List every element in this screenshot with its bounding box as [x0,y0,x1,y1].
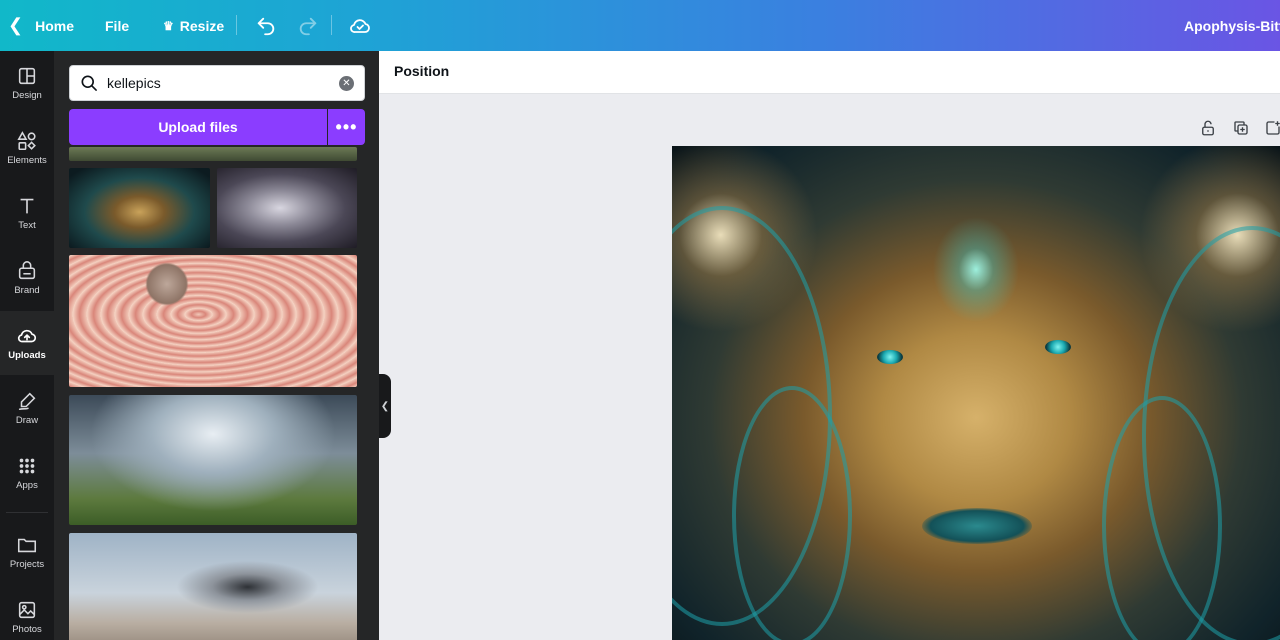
home-button[interactable]: ❮ Home [8,0,74,51]
brand-icon [18,261,36,280]
file-label: File [105,17,130,34]
lips-shape [922,508,1032,544]
add-page-icon [1266,121,1280,135]
layout-icon [18,67,36,85]
crown-icon: ♛ [163,18,174,33]
upload-thumbnail[interactable] [217,168,357,248]
rail-label: Uploads [8,350,46,361]
uploads-panel: ✕ Upload files ••• [54,51,379,640]
rail-label: Apps [16,480,38,491]
rail-label: Text [18,220,36,231]
resize-button[interactable]: ♛ Resize [163,0,224,51]
cloud-check-icon [350,18,370,33]
cloud-upload-icon [17,329,37,343]
rail-item-projects[interactable]: Projects [0,520,54,584]
top-bar: ❮ Home File ♛ Resize Apophysis-Bitte [0,0,1280,51]
side-rail: Design Elements Text Brand Uploads Draw … [0,51,54,640]
rail-item-apps[interactable]: Apps [0,441,54,505]
design-title[interactable]: Apophysis-Bitte [1184,0,1280,51]
undo-icon [257,17,275,35]
rail-item-elements[interactable]: Elements [0,116,54,180]
collapse-panel-button[interactable]: ❮ [379,374,391,438]
rail-label: Brand [14,285,40,296]
upload-thumbnail[interactable] [69,147,357,161]
rail-label: Projects [9,559,45,570]
chevron-left-icon: ❮ [8,15,24,35]
decorative-strand [732,386,852,640]
undo-button[interactable] [255,0,277,51]
add-page-button[interactable] [1264,119,1280,139]
redo-icon [299,17,317,35]
upload-thumbnail[interactable] [69,168,210,248]
text-icon [20,198,34,214]
search-input[interactable] [107,75,327,91]
search-icon [81,75,97,91]
draw-icon [18,392,36,411]
duplicate-icon [1234,121,1248,135]
rail-label: Draw [15,415,39,426]
rail-label: Photos [12,624,42,635]
clear-search-icon[interactable]: ✕ [339,76,354,91]
eye-shape [877,350,903,364]
rail-item-uploads[interactable]: Uploads [0,311,54,375]
home-label: Home [35,17,74,34]
divider [236,15,237,35]
shapes-icon [17,131,36,151]
rail-label: Design [12,90,42,101]
context-toolbar: Position [379,51,1280,94]
position-button[interactable]: Position [394,63,449,79]
eye-shape [1045,340,1071,354]
decorative-strand [1102,396,1222,640]
apps-icon [19,458,35,474]
upload-thumbnail[interactable] [69,533,357,640]
folder-icon [17,538,37,553]
file-menu-button[interactable]: File [105,0,129,51]
chevron-left-icon: ❮ [380,400,390,412]
search-box[interactable]: ✕ [69,65,365,101]
lock-icon [1202,120,1214,136]
design-canvas-image[interactable] [672,146,1280,640]
divider [331,15,332,35]
image-icon [18,601,36,619]
upload-thumbnail[interactable] [69,395,357,525]
more-options-button[interactable]: ••• [328,109,365,145]
save-status-button[interactable] [348,0,372,51]
rail-item-photos[interactable]: Photos [0,585,54,640]
resize-label: Resize [179,17,225,34]
upload-files-button[interactable]: Upload files [69,109,327,145]
rail-item-brand[interactable]: Brand [0,246,54,310]
upload-thumbnail[interactable] [69,255,357,387]
rail-item-draw[interactable]: Draw [0,376,54,440]
redo-button[interactable] [297,0,319,51]
rail-label: Elements [7,155,47,166]
divider [6,512,48,513]
lock-page-button[interactable] [1199,119,1219,139]
rail-item-design[interactable]: Design [0,51,54,115]
duplicate-page-button[interactable] [1232,119,1252,139]
rail-item-text[interactable]: Text [0,181,54,245]
